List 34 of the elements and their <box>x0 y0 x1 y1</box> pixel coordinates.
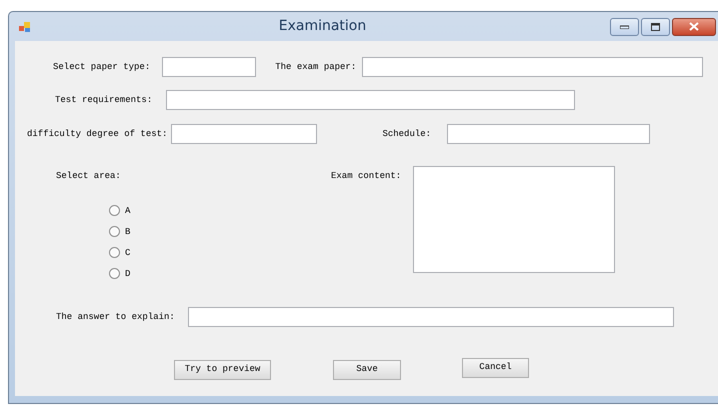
maximize-icon <box>651 22 660 30</box>
radio-button[interactable] <box>109 226 120 237</box>
close-icon <box>689 22 699 31</box>
field-label: The exam paper: <box>275 61 356 73</box>
option-label: B <box>125 226 130 238</box>
option-label: C <box>125 246 130 258</box>
minimize-icon <box>620 24 629 28</box>
dialog-button[interactable]: Cancel <box>462 358 529 378</box>
option-label: D <box>125 268 130 280</box>
radio-button[interactable] <box>109 268 120 279</box>
field-label: Select area: <box>56 170 122 182</box>
close-button[interactable] <box>672 18 716 36</box>
input-field[interactable] <box>171 124 318 144</box>
text-area[interactable] <box>413 166 616 273</box>
field-label: Exam content: <box>331 170 402 182</box>
input-field[interactable] <box>166 90 576 110</box>
input-field[interactable] <box>162 57 256 77</box>
field-label: Test requirements: <box>55 94 152 106</box>
dialog-button[interactable]: Save <box>333 360 401 380</box>
field-label: Select paper type: <box>53 61 150 73</box>
window-title: Examination <box>278 17 368 36</box>
minimize-button[interactable] <box>610 18 639 36</box>
dialog-button[interactable]: Try to preview <box>174 360 271 380</box>
maximize-button[interactable] <box>641 18 670 36</box>
input-field[interactable] <box>447 124 650 144</box>
radio-button[interactable] <box>109 205 120 216</box>
field-label: difficulty degree of test: <box>27 128 168 140</box>
input-field[interactable] <box>362 57 704 77</box>
field-label: Schedule: <box>382 128 432 140</box>
field-label: The answer to explain: <box>56 311 175 323</box>
option-label: A <box>125 204 130 216</box>
radio-button[interactable] <box>109 247 120 258</box>
app-icon <box>19 20 31 32</box>
input-field[interactable] <box>188 307 674 327</box>
